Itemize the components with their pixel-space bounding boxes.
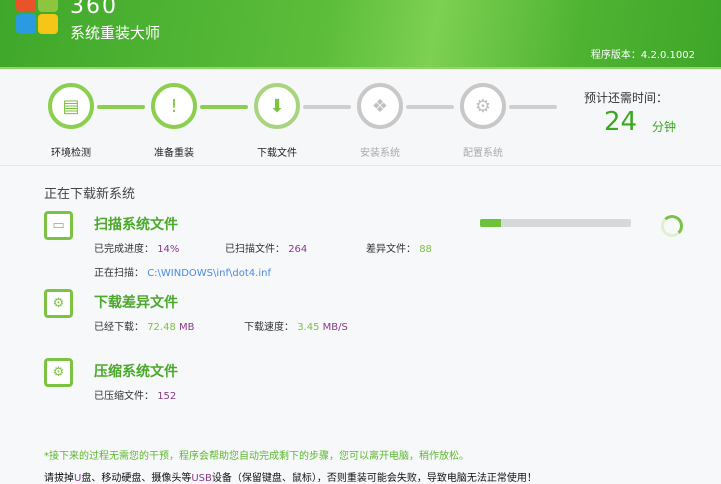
speed-value: 3.45 [297,322,320,333]
text: 设备（保留键盘、鼠标），否则重装可能会失败，导致电脑无法正常使用！ [211,473,537,484]
version-label: 程序版本：4.2.0.1002 [590,50,695,61]
label: 差异文件： [366,244,416,255]
step-connector [97,105,145,109]
step-label: 配置系统 [463,148,503,159]
task-title-download: 下载差异文件 [94,295,178,311]
step-progress: ▤ ! ⬇ ❖ ⚙ 环境检测 准备重装 下载文件 安装系统 配置系统 预计还需时… [0,71,721,166]
disk-gear-icon: ⚙ [44,358,73,387]
diff-value: 88 [419,244,432,255]
disk-icon: ▭ [44,211,73,240]
scan-progress-bar [480,219,631,227]
section-title: 正在下载新系统 [44,187,136,202]
downloaded-value: 72.48 [147,322,176,333]
scanned-value: 264 [288,244,308,255]
text: 请拔掉 [44,473,74,484]
brand-number: 360 [70,0,118,19]
logo-360 [16,0,60,38]
label: 正在扫描： [94,268,144,279]
compressed-row: 已压缩文件： 152 [94,387,176,402]
text: USB [191,473,212,484]
label: 已完成进度： [94,244,154,255]
eta-label: 预计还需时间： [584,91,669,105]
current-file-path: C:\WINDOWS\inf\dot4.inf [147,268,271,279]
unit: MB/S [322,322,348,333]
step-connector [509,105,557,109]
diff-row: 差异文件： 88 [366,240,432,255]
step-label: 安装系统 [360,148,400,159]
loading-spinner-icon [661,215,683,237]
alert-icon: ! [151,83,197,129]
disk-gear-icon: ⚙ [44,289,73,318]
current-scan-row: 正在扫描： C:\WINDOWS\inf\dot4.inf [94,264,271,279]
step-label: 环境检测 [51,148,91,159]
step-label: 准备重装 [154,148,194,159]
label: 已扫描文件： [225,244,285,255]
windows-gear-icon: ⚙ [460,83,506,129]
downloaded-row: 已经下载： 72.48 MB [94,318,195,333]
box-icon: ❖ [357,83,403,129]
task-title-scan: 扫描系统文件 [94,217,178,233]
info-note: *接下来的过程无需您的干预，程序会帮助您自动完成剩下的步骤，您可以离开电脑，稍作… [44,451,469,462]
step-connector [200,105,248,109]
scan-progress-value: 14% [157,244,180,255]
server-icon: ▤ [48,83,94,129]
text: 盘、移动硬盘、摄像头等 [81,473,192,484]
step-label: 下载文件 [257,148,297,159]
compressed-value: 152 [157,391,177,402]
step-connector [406,105,454,109]
scanned-row: 已扫描文件： 264 [225,240,307,255]
unit: MB [179,322,195,333]
download-icon: ⬇ [254,83,300,129]
header: 360 系统重装大师 程序版本：4.2.0.1002 [0,0,721,69]
progress-fill [480,219,502,227]
brand-name: 系统重装大师 [70,24,161,42]
scan-progress-row: 已完成进度： 14% [94,240,179,255]
label: 已经下载： [94,322,144,333]
speed-row: 下载速度： 3.45 MB/S [244,318,348,333]
step-connector [303,105,351,109]
task-title-compress: 压缩系统文件 [94,364,178,380]
label: 已压缩文件： [94,391,154,402]
eta-unit: 分钟 [652,120,677,134]
eta-value: 24 [604,107,638,137]
label: 下载速度： [244,322,294,333]
